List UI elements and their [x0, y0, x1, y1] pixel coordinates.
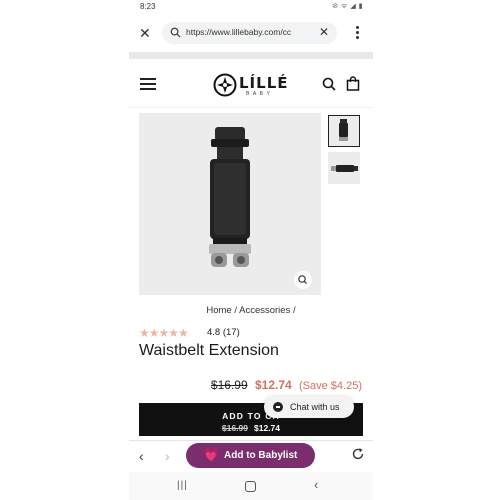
toolbar-divider — [129, 52, 373, 59]
more-options-icon[interactable] — [356, 26, 360, 40]
add-to-babylist-button[interactable]: 💗 Add to Babylist — [186, 443, 315, 468]
heart-icon: 💗 — [203, 447, 220, 462]
status-bar: 8:23 ⊘ ᯤ ◢ ▮ — [129, 0, 373, 14]
logo-word: LÍLLÉ — [239, 74, 289, 92]
site-header: LÍLLÉ BABY — [129, 62, 373, 108]
product-main-image[interactable] — [139, 113, 321, 295]
search-icon[interactable] — [322, 77, 336, 91]
zoom-button[interactable] — [294, 271, 312, 289]
chat-button[interactable]: Chat with us — [264, 396, 354, 418]
product-title: Waistbelt Extension — [139, 342, 279, 359]
waistbelt-extension-image — [209, 127, 251, 267]
chat-icon — [273, 402, 283, 412]
original-price: $16.99 — [210, 378, 248, 392]
search-icon — [170, 27, 181, 38]
sale-price: $12.74 — [254, 378, 292, 392]
thumbnail-image — [331, 165, 358, 172]
product-price: $16.99 $12.74 (Save $4.25) — [211, 378, 362, 392]
chat-label: Chat with us — [290, 402, 340, 412]
back-arrow-icon[interactable]: ‹ — [139, 448, 144, 464]
logo-mark-icon — [213, 73, 237, 97]
clear-url-icon[interactable]: ✕ — [319, 26, 329, 38]
back-icon[interactable]: ‹ — [314, 477, 318, 492]
url-text: https://www.lillebaby.com/cc — [186, 27, 292, 37]
forward-arrow-icon[interactable]: › — [165, 448, 170, 464]
android-navigation-bar: ||| ‹ — [129, 472, 373, 500]
home-icon[interactable] — [245, 481, 256, 492]
breadcrumb[interactable]: Home / Accessories / — [129, 305, 373, 316]
status-icons: ⊘ ᯤ ◢ ▮ — [332, 3, 363, 10]
url-field[interactable]: https://www.lillebaby.com/cc ✕ — [162, 22, 337, 44]
add-to-cart-new-price: $12.74 — [254, 423, 280, 433]
close-tab-icon[interactable]: ✕ — [139, 26, 151, 40]
browser-bottom-bar: ‹ › 💗 Add to Babylist — [129, 440, 373, 470]
add-to-cart-price: $16.99 $12.74 — [139, 423, 363, 433]
zoom-icon — [298, 275, 308, 285]
menu-icon[interactable] — [140, 78, 156, 91]
reload-icon[interactable] — [351, 447, 365, 461]
rating-text: 4.8 (17) — [207, 327, 240, 338]
product-thumbnail-1[interactable] — [328, 115, 360, 147]
thumbnail-image — [339, 119, 348, 141]
browser-toolbar: ✕ https://www.lillebaby.com/cc ✕ — [129, 18, 373, 48]
savings-text: (Save $4.25) — [299, 380, 362, 392]
shopping-bag-icon[interactable] — [346, 76, 360, 91]
logo-subtext: BABY — [246, 91, 274, 97]
status-time: 8:23 — [140, 2, 156, 11]
phone-screen: 8:23 ⊘ ᯤ ◢ ▮ ✕ https://www.lillebaby.com… — [129, 0, 373, 500]
add-to-cart-old-price: $16.99 — [222, 423, 248, 433]
babylist-label: Add to Babylist — [224, 450, 298, 461]
product-thumbnail-2[interactable] — [328, 152, 360, 184]
site-logo[interactable]: LÍLLÉ BABY — [213, 71, 293, 99]
rating-stars-icon: ★★★★★ — [139, 326, 189, 340]
recents-icon[interactable]: ||| — [177, 480, 188, 491]
